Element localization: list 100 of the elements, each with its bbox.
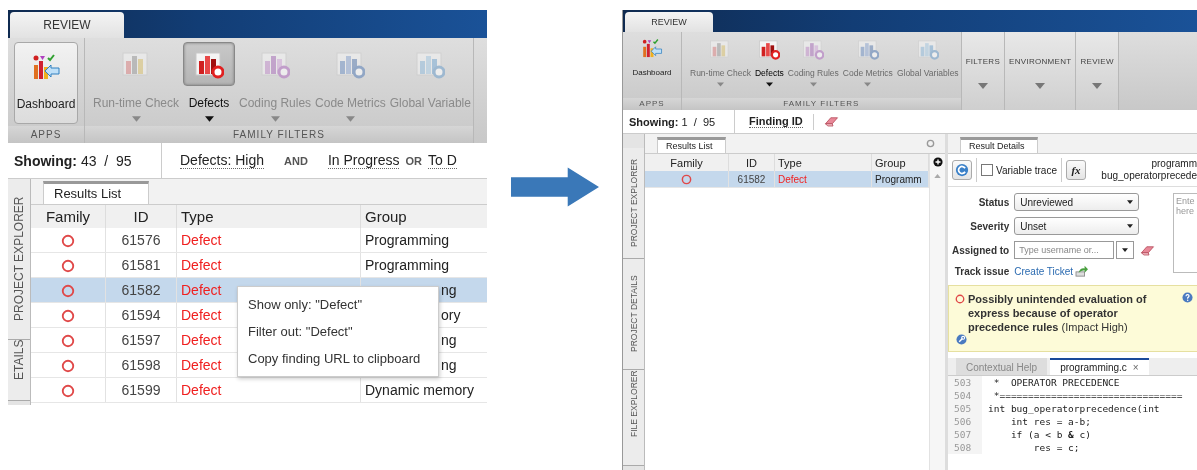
filter-button[interactable]: Defects bbox=[183, 42, 236, 122]
caret-icon bbox=[1122, 248, 1129, 252]
line-number: 504 bbox=[948, 389, 982, 402]
caret-icon bbox=[809, 82, 817, 87]
caret-icon bbox=[1092, 83, 1103, 89]
caret-icon bbox=[1127, 200, 1134, 204]
bar-chart-icon bbox=[856, 38, 879, 60]
operator-label: AND bbox=[284, 154, 308, 167]
side-tab[interactable]: PROJECT EXPLORER bbox=[623, 148, 644, 259]
results-tab[interactable]: Results List bbox=[43, 181, 149, 204]
circle-icon bbox=[61, 334, 75, 349]
bar-chart-icon bbox=[758, 38, 781, 60]
table-cell: 61582 bbox=[105, 277, 177, 303]
side-tab[interactable]: PROJECT DETAILS bbox=[623, 259, 644, 370]
column-header[interactable]: ID bbox=[105, 205, 177, 228]
table-cell: 61599 bbox=[105, 377, 177, 403]
refresh-icon bbox=[955, 163, 969, 177]
caret-icon bbox=[1035, 83, 1046, 89]
column-header[interactable]: Family bbox=[31, 205, 106, 228]
dashboard-button[interactable]: Dashboard bbox=[625, 38, 679, 77]
table-cell: 61582 bbox=[728, 171, 775, 188]
column-header[interactable]: Group bbox=[360, 205, 487, 228]
field-label: Status bbox=[977, 196, 1010, 208]
eraser-icon[interactable] bbox=[823, 116, 839, 127]
wrench-icon[interactable] bbox=[956, 334, 967, 345]
severity-dropdown[interactable]: Unset bbox=[1014, 217, 1140, 235]
menu-button[interactable]: REVIEW bbox=[1076, 32, 1119, 110]
filter-link[interactable]: To D bbox=[428, 152, 457, 169]
group-label: APPS bbox=[8, 126, 84, 143]
create-ticket-link[interactable]: Create Ticket bbox=[1014, 265, 1074, 277]
checkbox[interactable] bbox=[981, 164, 993, 176]
result-row[interactable]: 61582 Defect Programm bbox=[645, 171, 929, 188]
column-header[interactable]: Family bbox=[645, 154, 729, 171]
side-tab[interactable]: ETAILS bbox=[8, 340, 30, 401]
table-cell: Defect bbox=[176, 228, 361, 253]
menu-button[interactable]: FILTERS bbox=[961, 32, 1006, 110]
table-cell: 61594 bbox=[105, 302, 177, 328]
line-number: 506 bbox=[948, 415, 982, 428]
caret-icon bbox=[977, 83, 988, 89]
column-header[interactable]: ID bbox=[728, 154, 775, 171]
filter-button[interactable]: Coding Rules bbox=[787, 38, 839, 87]
filter-link[interactable]: Defects: High bbox=[180, 152, 265, 169]
details-tab[interactable]: Result Details bbox=[960, 137, 1038, 153]
code-line: * OPERATOR PRECEDENCE bbox=[992, 376, 1120, 389]
status-dropdown[interactable]: Unreviewed bbox=[1014, 193, 1140, 211]
circle-icon[interactable] bbox=[926, 139, 935, 148]
line-number: 505 bbox=[948, 402, 982, 415]
code-line: *================================ bbox=[992, 389, 1183, 402]
circle-icon bbox=[61, 259, 75, 274]
results-tab[interactable]: Results List bbox=[657, 137, 726, 153]
eraser-icon[interactable] bbox=[1140, 244, 1156, 256]
scroll-arrow-icon[interactable] bbox=[934, 174, 941, 178]
ribbon-tab[interactable]: REVIEW bbox=[625, 12, 713, 32]
column-header[interactable]: Type bbox=[774, 154, 872, 171]
showing-count: Showing: 1 / 95 bbox=[623, 110, 735, 133]
table-cell: Defect bbox=[176, 252, 361, 278]
assignee-field[interactable]: Type username or... bbox=[1014, 241, 1115, 259]
checkbox-label: Variable trace bbox=[996, 164, 1057, 176]
chart-arrow-icon bbox=[641, 38, 663, 60]
column-header[interactable]: Group bbox=[871, 154, 929, 171]
menu-button[interactable]: ENVIRONMENT bbox=[1005, 32, 1077, 110]
plus-circle-icon[interactable] bbox=[932, 157, 943, 167]
column-header[interactable]: Type bbox=[176, 205, 361, 228]
filter-button[interactable]: Run-time Check bbox=[690, 38, 751, 87]
table-cell: 61597 bbox=[105, 327, 177, 353]
function-name: bug_operatorprecede bbox=[1101, 170, 1197, 182]
help-icon[interactable] bbox=[1182, 292, 1193, 303]
circle-icon bbox=[61, 234, 75, 249]
comment-field[interactable]: Ente here bbox=[1173, 193, 1197, 273]
dashboard-button[interactable]: Dashboard bbox=[14, 42, 78, 124]
refresh-button[interactable] bbox=[952, 160, 972, 180]
export-icon[interactable] bbox=[1075, 265, 1090, 277]
caret-icon bbox=[270, 116, 280, 122]
side-tab[interactable]: PROJECT EXPLORER bbox=[8, 179, 30, 340]
caret-icon bbox=[345, 116, 355, 122]
table-cell: Programming bbox=[360, 252, 487, 278]
line-number: 507 bbox=[948, 428, 982, 441]
field-label: Assigned to bbox=[952, 244, 1010, 256]
bar-chart-icon bbox=[916, 38, 939, 60]
filter-link[interactable]: Finding ID bbox=[749, 115, 803, 128]
circle-icon bbox=[681, 173, 692, 185]
function-button[interactable]: fx bbox=[1065, 160, 1086, 180]
field-label: Track issue bbox=[953, 265, 1010, 277]
code-line: int bug_operatorprecedence(int bbox=[987, 402, 1160, 415]
filter-button[interactable]: Defects bbox=[754, 38, 784, 87]
result-row[interactable]: 61581 Defect Programming bbox=[31, 252, 487, 278]
filter-button[interactable]: Global Variables bbox=[896, 38, 959, 78]
group-label: FAMILY FILTERS bbox=[85, 126, 473, 143]
line-number: 508 bbox=[948, 441, 982, 454]
filter-button[interactable]: Code Metrics bbox=[842, 38, 893, 87]
editor-tab[interactable]: programming.c × bbox=[1050, 358, 1149, 375]
table-cell: Defect bbox=[774, 171, 872, 188]
result-row[interactable]: 61576 Defect Programming bbox=[31, 228, 487, 253]
table-cell: 61581 bbox=[105, 252, 177, 278]
filter-link[interactable]: In Progress bbox=[327, 152, 400, 169]
side-tab[interactable]: FILE EXPLORER bbox=[623, 370, 644, 466]
dropdown-button[interactable] bbox=[1116, 241, 1135, 259]
table-cell: Programm bbox=[871, 171, 929, 188]
caret-icon bbox=[204, 116, 214, 122]
ribbon-tab[interactable]: REVIEW bbox=[10, 12, 124, 38]
